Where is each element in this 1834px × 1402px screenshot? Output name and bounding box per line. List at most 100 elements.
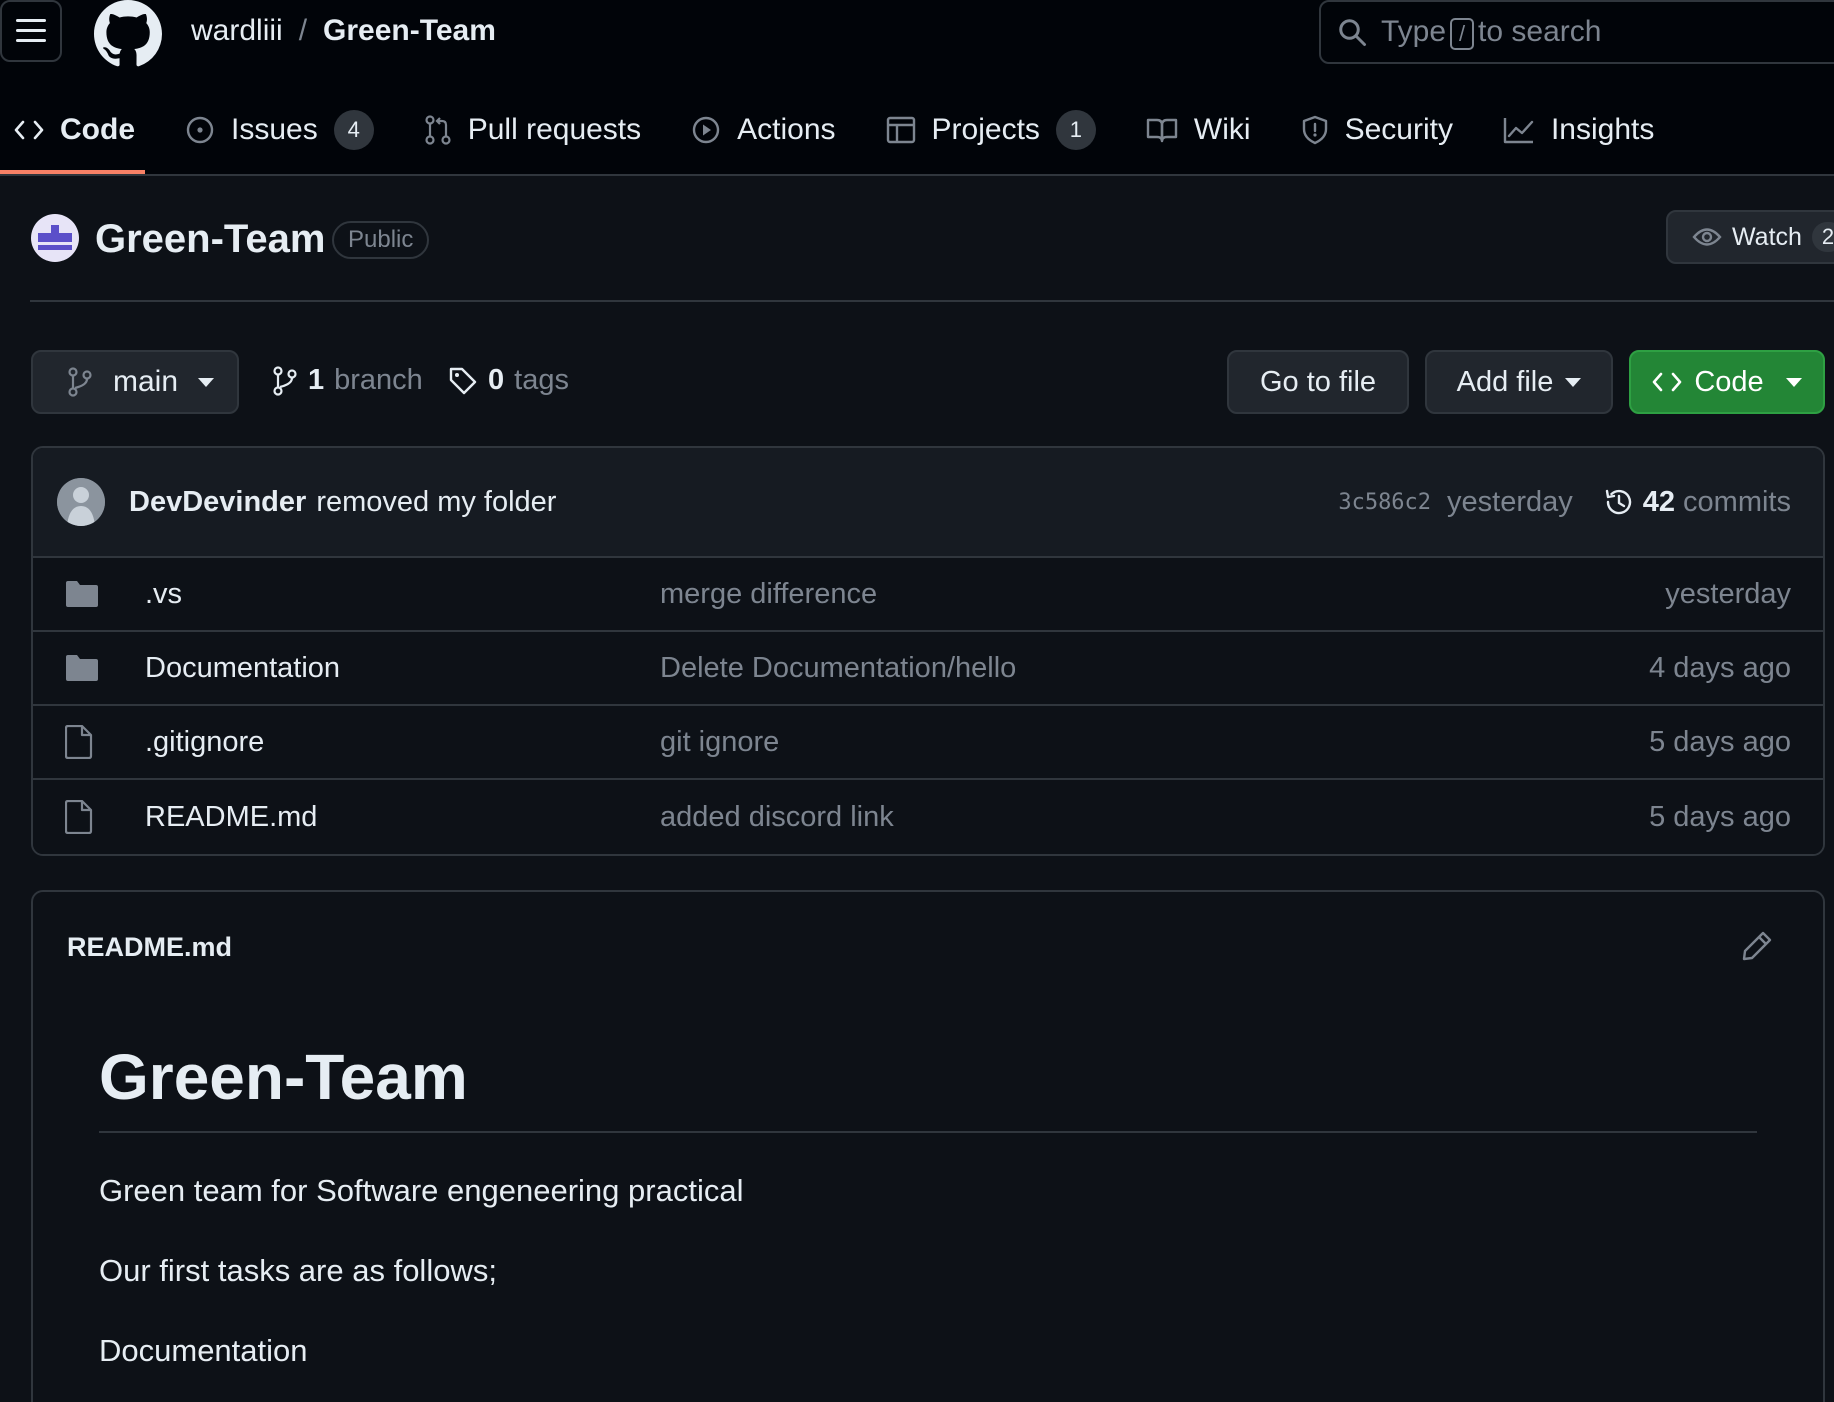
- repo-title[interactable]: Green-Team: [95, 217, 325, 262]
- global-header: wardliii / Green-Team Type / to search Cod…: [0, 0, 1834, 176]
- search-icon: [1337, 17, 1367, 47]
- eye-icon: [1692, 226, 1722, 248]
- search-placeholder: Type / to search: [1381, 15, 1601, 50]
- visibility-badge: Public: [332, 221, 430, 259]
- file-icon: [65, 725, 113, 759]
- file-commit-time: 5 days ago: [1649, 800, 1791, 833]
- github-logo-icon[interactable]: [94, 0, 162, 68]
- file-commit-time: yesterday: [1665, 577, 1791, 610]
- repo-owner-avatar[interactable]: [30, 213, 80, 263]
- tab-security[interactable]: Security: [1301, 100, 1477, 160]
- file-name-link[interactable]: .vs: [145, 578, 660, 611]
- code-icon: [14, 118, 44, 142]
- tab-insights[interactable]: Insights: [1503, 100, 1678, 160]
- file-name-link[interactable]: Documentation: [145, 652, 660, 685]
- file-commit-message[interactable]: Delete Documentation/hello: [660, 652, 1649, 685]
- pencil-icon[interactable]: [1741, 930, 1773, 962]
- table-icon: [886, 115, 916, 145]
- tag-count: 0: [488, 364, 505, 396]
- tab-code[interactable]: Code: [14, 100, 159, 160]
- file-commit-time: 4 days ago: [1649, 651, 1791, 684]
- tab-label: Insights: [1550, 113, 1655, 146]
- file-icon: [65, 800, 113, 834]
- tab-label: Actions: [737, 113, 836, 146]
- search-placeholder-suffix: to search: [1478, 14, 1602, 48]
- shield-icon: [1301, 115, 1329, 145]
- git-branch-icon: [67, 367, 93, 397]
- go-to-file-button[interactable]: Go to file: [1227, 350, 1409, 414]
- chevron-down-icon: [198, 377, 215, 387]
- tab-projects[interactable]: Projects 1: [886, 100, 1120, 160]
- tab-label: Issues: [231, 113, 318, 146]
- commit-author-avatar[interactable]: [57, 478, 105, 526]
- code-dropdown-button[interactable]: Code: [1629, 350, 1825, 414]
- file-browser: DevDevinder removed my folder 3c586c2 ye…: [31, 446, 1825, 856]
- file-name-link[interactable]: README.md: [145, 801, 660, 834]
- graph-icon: [1503, 116, 1535, 144]
- tab-label: Projects: [931, 113, 1040, 146]
- tags-link[interactable]: 0 tags: [448, 364, 569, 397]
- pull-request-icon: [424, 115, 452, 145]
- branches-link[interactable]: 1 branch: [272, 364, 423, 397]
- hamburger-menu-button[interactable]: [0, 0, 62, 62]
- watch-label: Watch: [1732, 222, 1802, 251]
- file-commit-message[interactable]: git ignore: [660, 726, 1649, 759]
- latest-commit-bar: DevDevinder removed my folder 3c586c2 ye…: [33, 448, 1823, 558]
- branch-select-button[interactable]: main: [31, 350, 239, 414]
- branch-count: 1: [308, 364, 325, 396]
- search-shortcut-key: /: [1450, 17, 1475, 50]
- code-button-label: Code: [1694, 365, 1764, 398]
- file-row-gitignore[interactable]: .gitignore git ignore 5 days ago: [33, 706, 1823, 780]
- play-icon: [691, 115, 721, 145]
- tab-issues[interactable]: Issues 4: [185, 100, 398, 160]
- branch-name: main: [113, 365, 179, 398]
- file-row-vs[interactable]: .vs merge difference yesterday: [33, 558, 1823, 632]
- tab-pull-requests[interactable]: Pull requests: [424, 100, 665, 160]
- breadcrumb-separator: /: [298, 14, 308, 47]
- file-row-documentation[interactable]: Documentation Delete Documentation/hello…: [33, 632, 1823, 706]
- commit-message-link[interactable]: removed my folder: [316, 486, 556, 519]
- readme-paragraph: Green team for Software engeneering prac…: [99, 1173, 744, 1208]
- watch-button[interactable]: Watch 2: [1666, 210, 1834, 264]
- issue-icon: [185, 115, 215, 145]
- readme-paragraph: Our first tasks are as follows;: [99, 1253, 497, 1288]
- git-branch-icon: [272, 365, 298, 396]
- hamburger-icon: [16, 18, 46, 44]
- go-to-file-label: Go to file: [1259, 365, 1377, 398]
- commit-sha-link[interactable]: 3c586c2: [1338, 490, 1431, 515]
- file-commit-message[interactable]: merge difference: [660, 578, 1665, 611]
- file-commit-message[interactable]: added discord link: [660, 801, 1649, 834]
- search-input[interactable]: Type / to search: [1319, 0, 1834, 64]
- tab-actions[interactable]: Actions: [691, 100, 859, 160]
- file-name-link[interactable]: .gitignore: [145, 726, 660, 759]
- history-icon: [1603, 486, 1635, 518]
- readme-panel: README.md Green-Team Green team for Soft…: [31, 890, 1825, 1402]
- commit-count: 42: [1642, 485, 1676, 518]
- title-divider: [30, 300, 1834, 302]
- commit-label: commits: [1683, 485, 1791, 518]
- file-row-readme[interactable]: README.md added discord link 5 days ago: [33, 780, 1823, 854]
- readme-paragraph: Documentation: [99, 1333, 308, 1368]
- book-icon: [1146, 116, 1178, 144]
- breadcrumb: wardliii / Green-Team: [191, 14, 496, 48]
- tab-label: Wiki: [1193, 113, 1251, 146]
- commit-meta: 3c586c2 yesterday 42 commits: [1338, 486, 1791, 519]
- repo-nav-tabs: Code Issues 4 Pull requests Actions Proj…: [14, 100, 1704, 176]
- breadcrumb-owner-link[interactable]: wardliii: [191, 14, 283, 48]
- tag-label: tags: [514, 364, 569, 396]
- tab-wiki[interactable]: Wiki: [1146, 100, 1275, 160]
- breadcrumb-repo-link[interactable]: Green-Team: [323, 14, 496, 48]
- commit-history-link[interactable]: 42 commits: [1603, 486, 1791, 519]
- add-file-button[interactable]: Add file: [1425, 350, 1613, 414]
- tab-label: Pull requests: [467, 113, 642, 146]
- tab-label: Code: [60, 113, 135, 146]
- active-tab-indicator: [0, 170, 145, 174]
- search-placeholder-prefix: Type: [1381, 14, 1447, 48]
- readme-filename[interactable]: README.md: [67, 932, 232, 963]
- tab-label: Security: [1344, 113, 1453, 146]
- file-commit-time: 5 days ago: [1649, 725, 1791, 758]
- code-icon: [1652, 370, 1682, 394]
- chevron-down-icon: [1785, 377, 1802, 387]
- issues-count-badge: 4: [333, 110, 374, 150]
- commit-author-link[interactable]: DevDevinder: [129, 486, 306, 519]
